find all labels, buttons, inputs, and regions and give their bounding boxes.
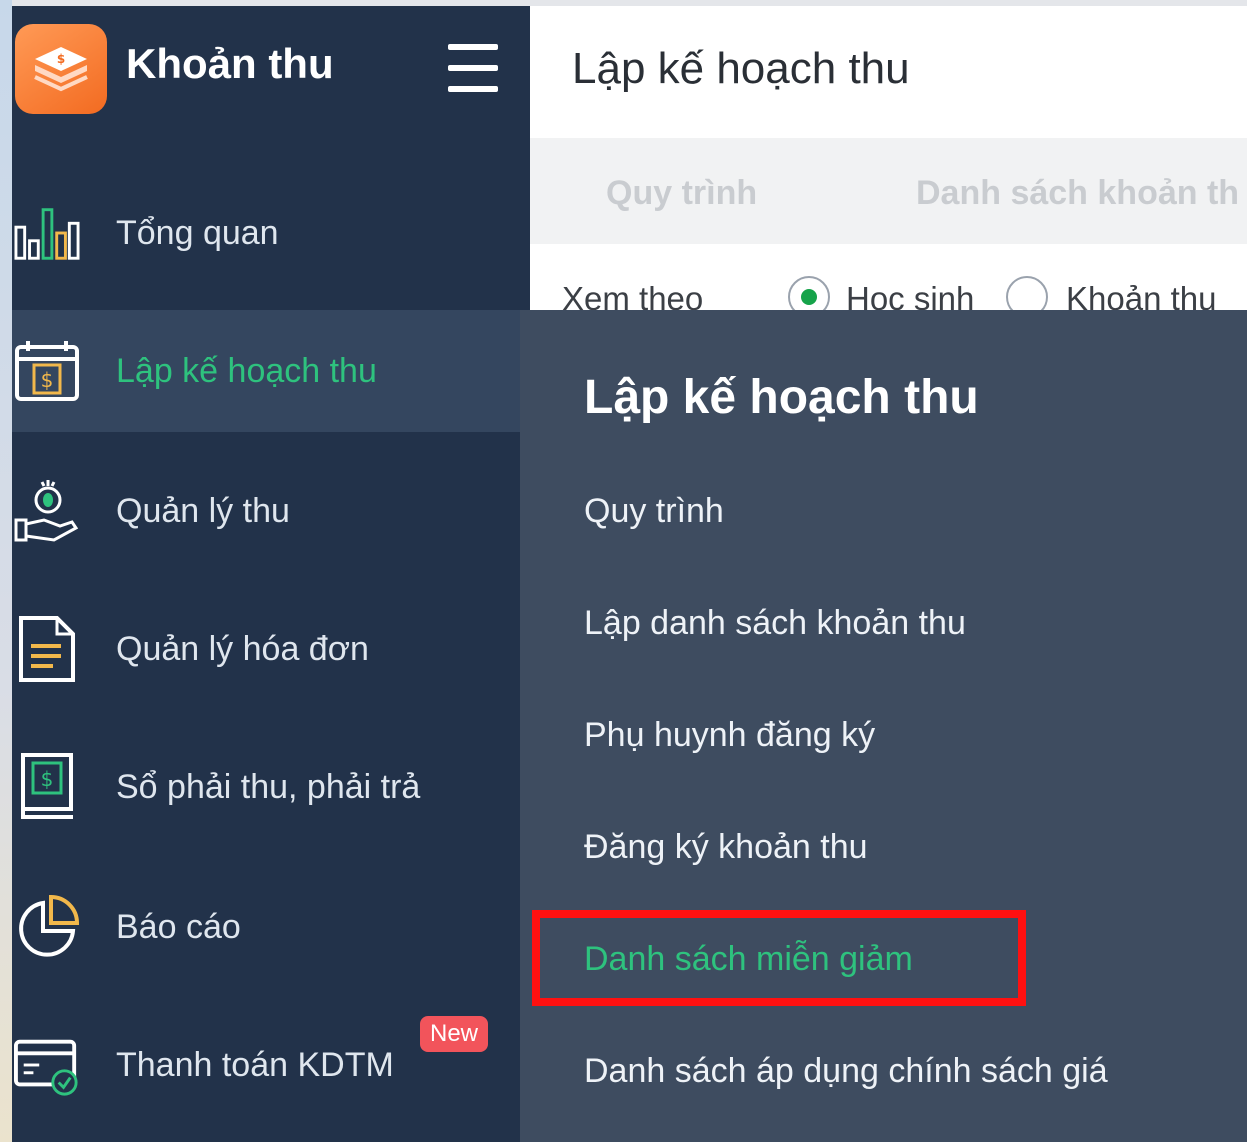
bar-chart-icon: [14, 200, 80, 266]
submenu-item-phu-huynh-dang-ky[interactable]: Phụ huynh đăng ký: [584, 716, 875, 755]
tab-danh-sach-khoan-thu[interactable]: Danh sách khoản th: [916, 174, 1239, 213]
svg-text:$: $: [57, 52, 65, 66]
sidebar-item-so-phai-thu-phai-tra[interactable]: $ Sổ phải thu, phải trả: [12, 726, 530, 848]
sidebar-item-lap-ke-hoach-thu[interactable]: $ Lập kế hoạch thu: [12, 310, 530, 432]
app-title: Khoản thu: [126, 40, 334, 87]
submenu-flyout: Lập kế hoạch thu Quy trình Lập danh sách…: [520, 310, 1247, 1142]
page-title: Lập kế hoạch thu: [572, 44, 910, 93]
submenu-title: Lập kế hoạch thu: [584, 371, 979, 424]
sidebar-item-label: Sổ phải thu, phải trả: [116, 767, 421, 806]
svg-text:$: $: [41, 368, 54, 392]
submenu-item-quy-trinh[interactable]: Quy trình: [584, 492, 724, 531]
menu-toggle-icon[interactable]: [448, 44, 498, 92]
sidebar-item-label: Quản lý thu: [116, 491, 290, 530]
submenu-item-danh-sach-ap-dung-chinh-sach-gia[interactable]: Danh sách áp dụng chính sách giá: [584, 1052, 1108, 1091]
ledger-book-icon: $: [14, 753, 80, 820]
submenu-item-lap-danh-sach-khoan-thu[interactable]: Lập danh sách khoản thu: [584, 604, 966, 643]
page-header: Lập kế hoạch thu: [530, 6, 1247, 138]
sidebar-item-label: Quản lý hóa đơn: [116, 629, 369, 668]
sidebar-item-quan-ly-hoa-don[interactable]: Quản lý hóa đơn: [12, 588, 530, 710]
sidebar-item-label: Tổng quan: [116, 213, 279, 252]
sidebar-item-label: Thanh toán KDTM: [116, 1045, 394, 1084]
left-edge: [0, 0, 12, 1142]
svg-text:$: $: [41, 767, 54, 791]
app-logo-icon[interactable]: $: [15, 24, 107, 114]
invoice-icon: [14, 616, 80, 682]
pie-chart-icon: [14, 894, 80, 960]
sidebar-item-label: Báo cáo: [116, 907, 241, 946]
brand-header: $ Khoản thu: [12, 6, 530, 138]
sidebar-item-tong-quan[interactable]: Tổng quan: [12, 172, 530, 294]
calendar-dollar-icon: $: [14, 338, 80, 404]
new-badge: New: [420, 1016, 489, 1052]
tab-quy-trinh[interactable]: Quy trình: [606, 174, 757, 213]
highlight-annotation-box: [532, 910, 1026, 1006]
sidebar-item-label: Lập kế hoạch thu: [116, 351, 377, 390]
submenu-item-dang-ky-khoan-thu[interactable]: Đăng ký khoản thu: [584, 828, 868, 867]
sidebar: $ Khoản thu Tổng quan $ Lập kế hoạch thu…: [12, 6, 530, 1142]
card-payment-icon: [14, 1032, 80, 1098]
money-hand-icon: [14, 478, 80, 544]
tab-bar: Quy trình Danh sách khoản th: [530, 138, 1247, 244]
sidebar-item-bao-cao[interactable]: Báo cáo: [12, 866, 530, 988]
sidebar-item-thanh-toan-kdtm[interactable]: Thanh toán KDTM New: [12, 1004, 530, 1126]
sidebar-item-quan-ly-thu[interactable]: Quản lý thu: [12, 450, 530, 572]
